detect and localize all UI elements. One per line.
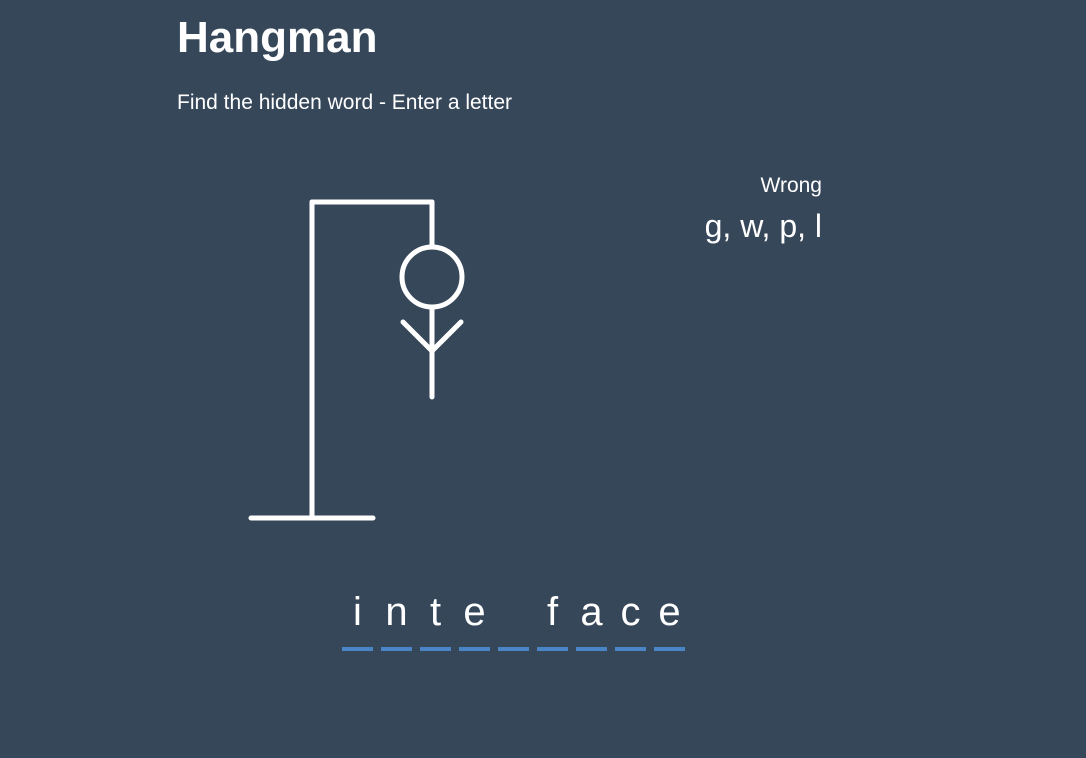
wrong-label: Wrong [760,174,822,197]
left-arm [400,319,435,354]
game-container: Hangman Find the hidden word - Enter a l… [0,0,1086,758]
letter-slot: e [459,588,498,652]
letter: i [353,590,362,634]
letter-underline [498,647,529,651]
letter-underline [537,647,568,651]
letter: c [620,590,641,634]
letter-slot: i [342,588,381,652]
letter: a [580,590,603,634]
letter-slot: a [576,588,615,652]
letter-slot: c [615,588,654,652]
letter-slot [498,588,537,652]
letter-slot: n [381,588,420,652]
head [399,244,465,310]
wrong-letters-panel: Wrong g, w, p, l [705,172,822,246]
letter: n [385,590,408,634]
letter-slot: e [654,588,693,652]
letter: e [463,590,486,634]
letter: f [546,590,559,634]
letter-underline [615,647,646,651]
letter-underline [576,647,607,651]
wrong-letters-list: g, w, p, l [704,208,822,244]
hidden-word: inteface [342,588,693,652]
letter-underline [342,647,373,651]
letter: t [429,590,442,634]
right-arm [429,319,464,354]
letter-underline [654,647,685,651]
letter-slot: t [420,588,459,652]
letter-underline [420,647,451,651]
letter: e [658,590,681,634]
letter-underline [459,647,490,651]
letter-slot: f [537,588,576,652]
letter-underline [381,647,412,651]
